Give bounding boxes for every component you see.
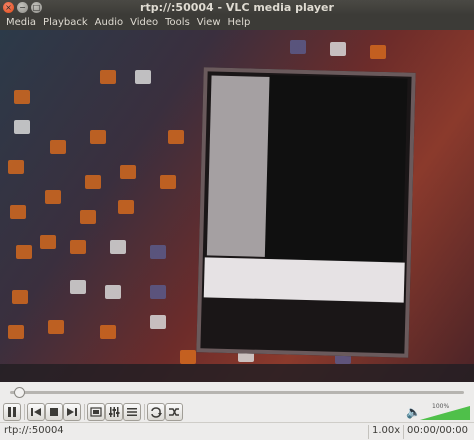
monitor-sidebar	[206, 75, 272, 257]
desktop-file-icon	[135, 70, 151, 84]
status-separator	[403, 425, 404, 439]
desktop-folder-icon	[8, 160, 24, 174]
extended-settings-button[interactable]	[105, 403, 123, 421]
seek-handle[interactable]	[14, 387, 26, 398]
desktop-folder-icon	[40, 235, 56, 249]
desktop-folder-icon	[8, 325, 24, 339]
window-title: rtp://:50004 - VLC media player	[140, 1, 334, 14]
desktop-folder-icon	[10, 205, 26, 219]
speaker-icon[interactable]: 🔈	[406, 405, 421, 419]
desktop-file-icon	[150, 285, 166, 299]
shuffle-button[interactable]	[165, 403, 183, 421]
skip-back-icon	[31, 408, 41, 416]
desktop-folder-icon	[118, 200, 134, 214]
loop-button[interactable]	[147, 403, 165, 421]
captured-monitor	[196, 67, 416, 358]
stop-icon	[50, 408, 58, 416]
menu-bar: Media Playback Audio Video Tools View He…	[0, 15, 474, 30]
menu-video[interactable]: Video	[127, 15, 161, 30]
desktop-folder-icon	[160, 175, 176, 189]
loop-icon	[151, 407, 162, 418]
desktop-folder-icon	[70, 240, 86, 254]
desktop-folder-icon	[48, 320, 64, 334]
desktop-folder-icon	[370, 45, 386, 59]
menu-playback[interactable]: Playback	[40, 15, 91, 30]
control-bar: 🔈 100%	[0, 402, 474, 422]
menu-media[interactable]: Media	[3, 15, 39, 30]
menu-view[interactable]: View	[194, 15, 224, 30]
next-button[interactable]	[63, 403, 81, 421]
pause-button[interactable]	[3, 403, 21, 421]
title-bar: × − □ rtp://:50004 - VLC media player	[0, 0, 474, 15]
playlist-icon	[127, 408, 137, 416]
desktop-file-icon	[330, 42, 346, 56]
playback-speed[interactable]: 1.00x	[372, 425, 400, 436]
control-separator	[84, 404, 85, 420]
captured-taskbar	[0, 364, 474, 382]
desktop-file-icon	[105, 285, 121, 299]
control-separator	[144, 404, 145, 420]
status-bar: rtp://:50004 1.00x 00:00/00:00	[0, 422, 474, 440]
desktop-file-icon	[150, 315, 166, 329]
desktop-folder-icon	[120, 165, 136, 179]
desktop-file-icon	[110, 240, 126, 254]
desktop-file-icon	[150, 245, 166, 259]
nested-vlc-controls	[203, 257, 405, 303]
menu-audio[interactable]: Audio	[92, 15, 126, 30]
skip-forward-icon	[67, 408, 77, 416]
desktop-folder-icon	[100, 70, 116, 84]
menu-tools[interactable]: Tools	[162, 15, 193, 30]
seek-bar-row	[0, 382, 474, 402]
desktop-file-icon	[290, 40, 306, 54]
shuffle-icon	[169, 408, 179, 416]
desktop-folder-icon	[168, 130, 184, 144]
fullscreen-button[interactable]	[87, 403, 105, 421]
desktop-folder-icon	[50, 140, 66, 154]
desktop-folder-icon	[100, 325, 116, 339]
pause-icon	[8, 407, 16, 417]
desktop-folder-icon	[85, 175, 101, 189]
control-separator	[24, 404, 25, 420]
desktop-file-icon	[14, 120, 30, 134]
menu-help[interactable]: Help	[225, 15, 254, 30]
previous-button[interactable]	[27, 403, 45, 421]
desktop-folder-icon	[45, 190, 61, 204]
desktop-file-icon	[70, 280, 86, 294]
status-separator	[368, 425, 369, 439]
nested-video	[264, 74, 408, 279]
desktop-folder-icon	[180, 350, 196, 364]
playlist-button[interactable]	[123, 403, 141, 421]
desktop-folder-icon	[90, 130, 106, 144]
video-area[interactable]	[0, 30, 474, 382]
equalizer-icon	[109, 407, 120, 417]
desktop-file-icon	[14, 90, 30, 104]
volume-percent-label: 100%	[432, 403, 450, 410]
desktop-folder-icon	[12, 290, 28, 304]
desktop-folder-icon	[80, 210, 96, 224]
media-url: rtp://:50004	[4, 425, 64, 436]
playback-time[interactable]: 00:00/00:00	[407, 425, 468, 436]
desktop-folder-icon	[16, 245, 32, 259]
stop-button[interactable]	[45, 403, 63, 421]
seek-bar[interactable]	[10, 391, 464, 394]
fullscreen-icon	[90, 407, 102, 417]
